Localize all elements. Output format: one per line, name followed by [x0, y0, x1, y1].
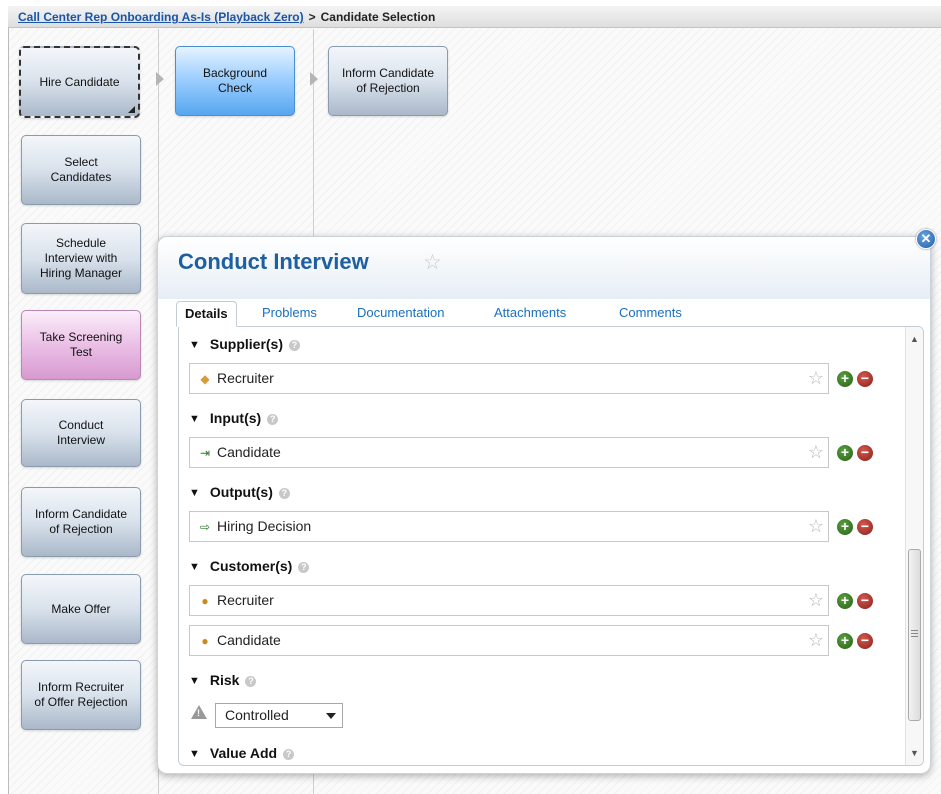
- node-inform-candidate-rejection[interactable]: Inform Candidate of Rejection: [21, 487, 141, 557]
- node-label: Conduct Interview: [56, 418, 106, 447]
- output-arrow-icon: ⇨: [199, 520, 211, 534]
- breadcrumb-parent-link[interactable]: Call Center Rep Onboarding As-Is (Playba…: [18, 10, 304, 24]
- panel-header: Conduct Interview ☆: [158, 237, 930, 299]
- package-icon: ◆: [200, 372, 210, 386]
- node-label: Make Offer: [51, 601, 111, 616]
- node-label: Background Check: [202, 66, 268, 95]
- node-background-check[interactable]: Background Check: [175, 46, 295, 116]
- section-value-add[interactable]: ▼ Value Add?: [189, 745, 295, 761]
- help-icon[interactable]: ?: [245, 676, 257, 687]
- add-icon[interactable]: +: [837, 445, 853, 461]
- people-icon: ●: [201, 594, 209, 608]
- people-icon: ●: [201, 634, 209, 648]
- node-make-offer[interactable]: Make Offer: [21, 574, 141, 644]
- collapse-triangle-icon: ▼: [189, 675, 200, 687]
- vertical-scrollbar[interactable]: ▲ ▼: [905, 327, 923, 765]
- tab-documentation[interactable]: Documentation: [357, 305, 444, 320]
- node-take-screening-test[interactable]: Take Screening Test: [21, 310, 141, 380]
- scroll-up-icon[interactable]: ▲: [906, 331, 923, 347]
- node-hire-candidate[interactable]: Hire Candidate: [19, 46, 140, 118]
- node-label: Hire Candidate: [39, 74, 120, 89]
- remove-icon[interactable]: −: [857, 445, 873, 461]
- favorite-star-icon[interactable]: ☆: [423, 250, 442, 275]
- tab-comments[interactable]: Comments: [619, 305, 682, 320]
- add-icon[interactable]: +: [837, 519, 853, 535]
- star-icon[interactable]: ☆: [808, 626, 824, 655]
- star-icon[interactable]: ☆: [808, 512, 824, 541]
- node-select-candidates[interactable]: Select Candidates: [21, 135, 141, 205]
- section-inputs[interactable]: ▼ Input(s)?: [189, 410, 279, 426]
- flow-arrow-icon: [310, 72, 318, 86]
- add-icon[interactable]: +: [837, 633, 853, 649]
- section-customers[interactable]: ▼ Customer(s)?: [189, 558, 310, 574]
- star-icon[interactable]: ☆: [808, 364, 824, 393]
- breadcrumb-current: Candidate Selection: [320, 10, 436, 24]
- collapse-triangle-icon: ▼: [189, 748, 200, 760]
- scroll-thumb[interactable]: [908, 549, 921, 721]
- help-icon[interactable]: ?: [267, 414, 279, 425]
- help-icon[interactable]: ?: [289, 340, 301, 351]
- collapse-triangle-icon: ▼: [189, 413, 200, 425]
- customer-row[interactable]: ● Recruiter ☆: [189, 585, 829, 616]
- node-label: Schedule Interview with Hiring Manager: [39, 236, 123, 280]
- close-icon[interactable]: ✕: [916, 229, 936, 249]
- section-outputs[interactable]: ▼ Output(s)?: [189, 484, 290, 500]
- node-schedule-interview[interactable]: Schedule Interview with Hiring Manager: [21, 223, 141, 294]
- customer-row[interactable]: ● Candidate ☆: [189, 625, 829, 656]
- breadcrumb-separator: >: [308, 10, 316, 24]
- remove-icon[interactable]: −: [857, 371, 873, 387]
- add-icon[interactable]: +: [837, 371, 853, 387]
- warning-triangle-icon: !: [191, 705, 207, 719]
- input-row[interactable]: ⇥ Candidate ☆: [189, 437, 829, 468]
- scroll-down-icon[interactable]: ▼: [906, 745, 923, 761]
- expand-corner-icon[interactable]: [128, 106, 135, 113]
- section-suppliers[interactable]: ▼ Supplier(s)?: [189, 336, 301, 352]
- remove-icon[interactable]: −: [857, 593, 873, 609]
- node-label: Inform Recruiter of Offer Rejection: [34, 680, 128, 709]
- node-label: Inform Candidate of Rejection: [34, 507, 128, 536]
- node-inform-candidate-rejection-top[interactable]: Inform Candidate of Rejection: [328, 46, 448, 116]
- help-icon[interactable]: ?: [278, 488, 290, 499]
- star-icon[interactable]: ☆: [808, 586, 824, 615]
- node-label: Take Screening Test: [39, 330, 123, 359]
- remove-icon[interactable]: −: [857, 519, 873, 535]
- flow-arrow-icon: [156, 72, 164, 86]
- input-arrow-icon: ⇥: [199, 446, 211, 460]
- panel-title: Conduct Interview: [178, 249, 369, 274]
- add-icon[interactable]: +: [837, 593, 853, 609]
- grip-icon: [911, 630, 918, 637]
- node-label: Inform Candidate of Rejection: [341, 66, 435, 95]
- collapse-triangle-icon: ▼: [189, 339, 200, 351]
- chevron-down-icon: [326, 713, 336, 719]
- tab-attachments[interactable]: Attachments: [494, 305, 566, 320]
- supplier-row[interactable]: ◆ Recruiter ☆: [189, 363, 829, 394]
- breadcrumb: Call Center Rep Onboarding As-Is (Playba…: [8, 6, 941, 28]
- tab-details[interactable]: Details: [176, 301, 237, 327]
- details-panel: Conduct Interview ☆ ✕ Details Problems D…: [157, 229, 936, 774]
- node-inform-recruiter-offer-rejection[interactable]: Inform Recruiter of Offer Rejection: [21, 660, 141, 730]
- risk-select[interactable]: Controlled: [215, 703, 343, 728]
- help-icon[interactable]: ?: [298, 562, 310, 573]
- tab-problems[interactable]: Problems: [262, 305, 317, 320]
- help-icon[interactable]: ?: [283, 749, 295, 760]
- details-content: ▼ Supplier(s)? ◆ Recruiter ☆ + − ▼ Input(s)…: [178, 326, 924, 766]
- section-risk[interactable]: ▼ Risk?: [189, 672, 257, 688]
- collapse-triangle-icon: ▼: [189, 561, 200, 573]
- output-row[interactable]: ⇨ Hiring Decision ☆: [189, 511, 829, 542]
- star-icon[interactable]: ☆: [808, 438, 824, 467]
- collapse-triangle-icon: ▼: [189, 487, 200, 499]
- node-label: Select Candidates: [50, 155, 112, 184]
- remove-icon[interactable]: −: [857, 633, 873, 649]
- node-conduct-interview[interactable]: Conduct Interview: [21, 399, 141, 467]
